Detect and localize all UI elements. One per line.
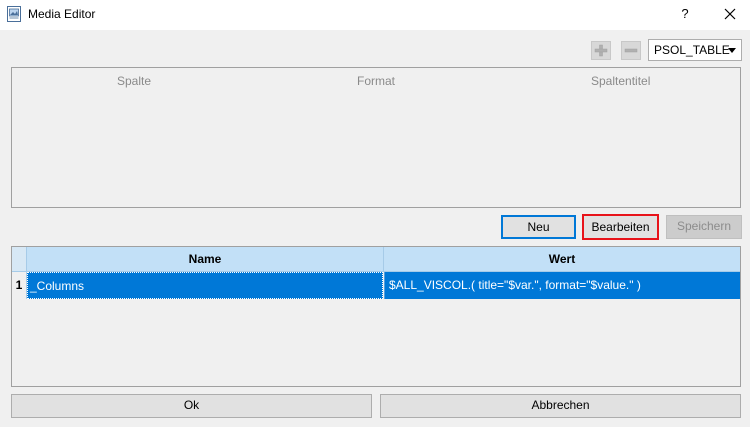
media-editor-app-icon [7,6,21,22]
column-header-format: Format [357,74,396,88]
column-definition-table[interactable]: Spalte Format Spaltentitel [11,67,741,208]
grid-header: Name Wert [12,247,740,272]
save-button[interactable]: Speichern [666,215,742,239]
minus-icon [624,48,638,53]
add-row-button[interactable] [591,41,611,60]
edit-button[interactable]: Bearbeiten [582,214,659,240]
table-row[interactable]: 1 _Columns $ALL_VISCOL.( title="$var.", … [12,272,740,299]
column-header-spalte: Spalte [117,74,152,88]
cancel-button[interactable]: Abbrechen [380,394,741,418]
new-button[interactable]: Neu [501,215,576,239]
chevron-down-icon [728,48,736,53]
property-grid[interactable]: Name Wert 1 _Columns $ALL_VISCOL.( title… [11,246,741,387]
grid-corner [12,247,27,271]
table-type-select-value: PSOL_TABLE [654,43,730,57]
row-number[interactable]: 1 [12,272,27,299]
column-header-name[interactable]: Name [27,252,383,266]
row-name-cell[interactable]: _Columns [27,272,383,299]
ok-button[interactable]: Ok [11,394,372,418]
column-header-spaltentitel: Spaltentitel [591,74,651,88]
close-icon[interactable] [718,4,742,24]
help-button[interactable]: ? [677,4,693,24]
row-value-cell[interactable]: $ALL_VISCOL.( title="$var.", format="$va… [384,272,740,299]
plus-icon [594,44,608,57]
remove-row-button[interactable] [621,41,641,60]
table-type-select[interactable]: PSOL_TABLE [648,39,742,61]
window-title: Media Editor [28,7,96,21]
column-header-wert[interactable]: Wert [384,252,740,266]
title-bar: Media Editor ? [0,0,750,30]
